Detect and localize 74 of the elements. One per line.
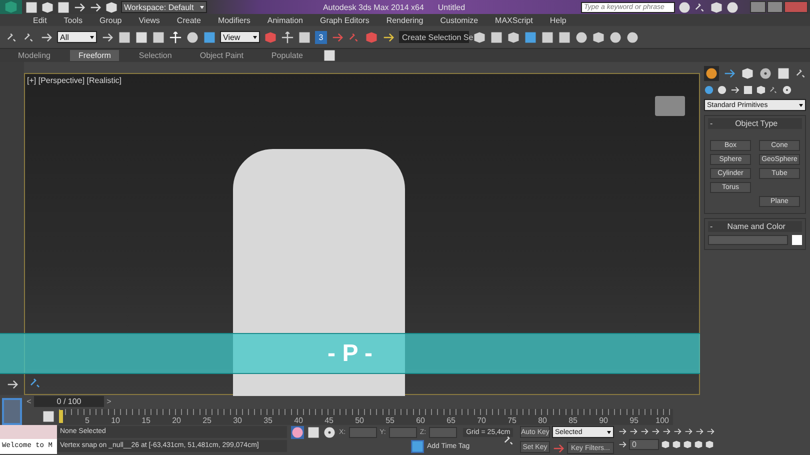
ribbon-tab[interactable]: Selection bbox=[130, 50, 180, 61]
menu-item[interactable]: Animation bbox=[267, 16, 303, 24]
menu-item[interactable]: Edit bbox=[33, 16, 47, 24]
tick-label: 70 bbox=[476, 414, 486, 424]
ribbon-tab[interactable]: Populate bbox=[263, 50, 312, 61]
redo-icon[interactable] bbox=[89, 0, 102, 14]
current-frame-field[interactable]: 0 bbox=[629, 439, 659, 450]
coordinate-field[interactable] bbox=[429, 426, 458, 438]
tick-label: 85 bbox=[568, 414, 578, 424]
subtitle-caption: - P - bbox=[0, 333, 700, 374]
tick-label: 35 bbox=[262, 414, 272, 424]
close-button[interactable] bbox=[784, 1, 808, 13]
tick-label: 45 bbox=[324, 414, 334, 424]
coordinate-field[interactable] bbox=[348, 426, 377, 438]
snap-toggle[interactable]: 3 bbox=[315, 30, 327, 44]
menu-item[interactable]: Customize bbox=[440, 16, 478, 24]
tick-label: 65 bbox=[446, 414, 456, 424]
rollout-header[interactable]: - Object Type bbox=[708, 118, 802, 129]
color-swatch[interactable] bbox=[792, 235, 802, 245]
script-listener-input[interactable] bbox=[0, 425, 57, 439]
collapse-toggle[interactable]: - bbox=[710, 222, 713, 231]
menu-item[interactable]: Views bbox=[138, 16, 160, 24]
rollout-title: Object Type bbox=[734, 119, 779, 128]
play-icon[interactable] bbox=[6, 378, 18, 391]
tick-label: 10 bbox=[110, 414, 120, 424]
current-frame-marker[interactable] bbox=[59, 410, 63, 422]
tick-label: 80 bbox=[537, 414, 547, 424]
menu-item[interactable]: Group bbox=[99, 16, 122, 24]
tick-label: 20 bbox=[171, 414, 181, 424]
tick-label: 30 bbox=[232, 414, 242, 424]
ribbon-tab[interactable]: Modeling bbox=[10, 50, 58, 61]
previous-frame-button[interactable]: < bbox=[24, 397, 34, 406]
tick-label: 60 bbox=[415, 414, 425, 424]
maximize-button[interactable] bbox=[767, 1, 783, 13]
workspace-dropdown[interactable]: Workspace: Default bbox=[121, 1, 207, 13]
tick-label: 5 bbox=[84, 414, 90, 424]
menu-item[interactable]: MAXScript bbox=[495, 16, 533, 24]
menu-item[interactable]: Rendering bbox=[386, 16, 424, 24]
ribbon-tab[interactable]: Freeform bbox=[70, 50, 119, 61]
menu-item[interactable]: Graph Editors bbox=[320, 16, 370, 24]
geometry-icon[interactable] bbox=[704, 85, 714, 95]
next-frame-button[interactable]: > bbox=[104, 397, 114, 406]
coordinate-field[interactable] bbox=[388, 426, 417, 438]
menu-item[interactable]: Help bbox=[550, 16, 566, 24]
selection-filter-dropdown[interactable]: All bbox=[57, 31, 97, 43]
menu-item[interactable]: Tools bbox=[64, 16, 82, 24]
tick-label: 100 bbox=[654, 414, 669, 424]
name-field[interactable] bbox=[708, 235, 788, 245]
manipulate-icon[interactable] bbox=[281, 30, 294, 44]
select-object-icon[interactable] bbox=[101, 30, 114, 44]
viewport-label[interactable]: [+] [Perspective] [Realistic] bbox=[27, 76, 122, 85]
tick-label: 40 bbox=[293, 414, 303, 424]
tick-label: 55 bbox=[384, 414, 394, 424]
ribbon-tab[interactable]: Object Paint bbox=[192, 50, 252, 61]
tick-label: 50 bbox=[354, 414, 364, 424]
move-icon[interactable] bbox=[169, 30, 182, 44]
tick-label: 75 bbox=[506, 414, 516, 424]
tick-label: 95 bbox=[628, 414, 638, 424]
time-slider-thumb[interactable]: 0 / 100 bbox=[34, 396, 104, 407]
tick-label: 15 bbox=[140, 414, 150, 424]
menu-item[interactable]: Create bbox=[176, 16, 201, 24]
tick-label: 25 bbox=[202, 414, 212, 424]
sphere-icon[interactable] bbox=[704, 66, 719, 81]
play-icon[interactable] bbox=[640, 427, 649, 436]
menu-item[interactable]: Modifiers bbox=[218, 16, 250, 24]
new-file-icon[interactable] bbox=[25, 0, 38, 14]
document-name: Untitled bbox=[438, 2, 466, 12]
minimize-button[interactable] bbox=[750, 1, 766, 13]
tick-label: 90 bbox=[598, 414, 608, 424]
window-title: Autodesk 3ds Max 2014 x64 bbox=[322, 2, 424, 12]
collapse-toggle[interactable]: - bbox=[710, 119, 713, 128]
rollout-title: Name and Color bbox=[726, 222, 786, 231]
rollout-header[interactable]: - Name and Color bbox=[708, 221, 802, 232]
reference-coordinate-dropdown[interactable]: View bbox=[220, 31, 260, 43]
